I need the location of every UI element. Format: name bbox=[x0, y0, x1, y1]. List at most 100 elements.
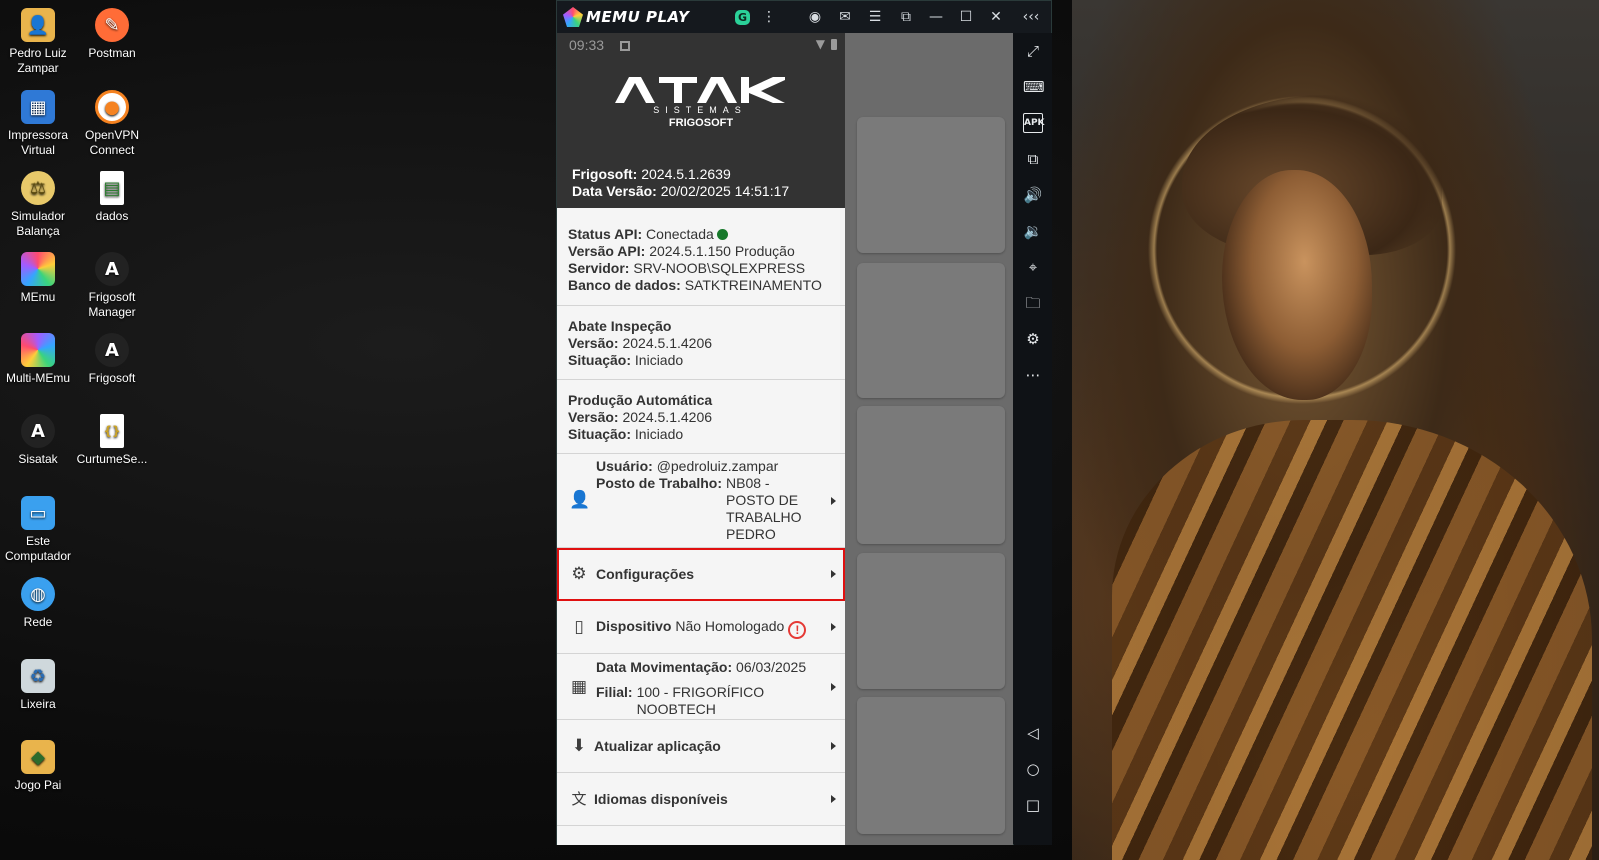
atualizar-aplicacao-item[interactable]: ⬇ Atualizar aplicação bbox=[557, 720, 845, 773]
screen-cast-icon[interactable]: ⧉ bbox=[896, 7, 916, 27]
spreadsheet-icon: ▤ bbox=[100, 171, 124, 205]
desktop-icon-rede[interactable]: ◍ Rede bbox=[0, 577, 76, 630]
atak-logo: SISTEMAS bbox=[615, 77, 785, 113]
folder-icon[interactable]: 🗀 bbox=[1023, 293, 1043, 313]
desktop-icon-label: Este bbox=[25, 534, 50, 548]
wifi-icon: ▼ bbox=[815, 37, 825, 51]
app-name: FRIGOSOFT bbox=[668, 117, 734, 129]
desktop-icon-memu[interactable]: MEmu bbox=[0, 252, 76, 305]
atak-icon: A bbox=[95, 333, 129, 367]
banco-label: Banco de dados: bbox=[568, 277, 681, 293]
desktop-icon-label: Rede bbox=[23, 615, 53, 629]
navigation-drawer: 09:33 ▼ SISTEMAS FRIGOSOFT Frigosoft: 20… bbox=[557, 33, 845, 845]
idiomas-item[interactable]: 文 Idiomas disponíveis bbox=[557, 773, 845, 826]
banco-value: SATKTREINAMENTO bbox=[684, 277, 822, 293]
apk-icon[interactable]: APK bbox=[1023, 113, 1045, 133]
api-status-block: Status API: Conectada Versão API: 2024.5… bbox=[557, 208, 845, 306]
module-abate-inspecao: Abate Inspeção Versão: 2024.5.1.4206 Sit… bbox=[557, 306, 845, 380]
multi-memu-icon bbox=[21, 333, 55, 367]
chevron-right-icon bbox=[831, 623, 836, 631]
desktop-icon-label: dados bbox=[95, 209, 129, 223]
memu-icon bbox=[21, 252, 55, 286]
idiomas-label: Idiomas disponíveis bbox=[594, 791, 728, 807]
chevron-right-icon bbox=[831, 497, 836, 505]
data-versao-label: Data Versão: bbox=[572, 183, 657, 199]
close-icon[interactable]: ✕ bbox=[986, 7, 1006, 27]
module-versao-label: Versão: bbox=[568, 409, 619, 425]
user-workstation-row[interactable]: 👤 Usuário: @pedroluiz.zampar Posto de Tr… bbox=[557, 454, 845, 548]
desktop-icon-sisatak[interactable]: A Sisatak bbox=[0, 414, 76, 467]
desktop-icon-label: Manager bbox=[88, 305, 136, 319]
module-situacao-label: Situação: bbox=[568, 352, 632, 368]
movimentacao-filial-item[interactable]: ▦ Data Movimentação: 06/03/2025 Filial: … bbox=[557, 654, 845, 720]
account-icon[interactable]: ◉ bbox=[805, 7, 825, 27]
multi-window-icon[interactable]: ⧉ bbox=[1023, 149, 1043, 169]
keyboard-icon[interactable]: ⌨ bbox=[1023, 77, 1045, 97]
painting-robe bbox=[1112, 420, 1592, 860]
version-info: Frigosoft: 2024.5.1.2639 Data Versão: 20… bbox=[572, 166, 789, 200]
desktop-icon-label: Zampar bbox=[17, 61, 59, 75]
fullscreen-icon[interactable]: ⤢ bbox=[1023, 41, 1043, 61]
desktop-icon-frigosoft-manager[interactable]: A Frigosoft Manager bbox=[74, 252, 150, 320]
collapse-sidebar-icon[interactable]: ‹‹‹ bbox=[1019, 7, 1043, 27]
volume-up-icon[interactable]: 🔊 bbox=[1023, 185, 1043, 205]
filial-value: 100 - FRIGORÍFICO NOOBTECH bbox=[636, 684, 765, 717]
recycle-bin-icon: ♻ bbox=[21, 659, 55, 693]
desktop-icon-dados[interactable]: ▤ dados bbox=[74, 171, 150, 224]
warning-icon: ! bbox=[788, 621, 807, 639]
desktop-icon-simulador-balanca[interactable]: ⚖ Simulador Balança bbox=[0, 171, 76, 239]
desktop-icon-label: Jogo Pai bbox=[14, 778, 62, 792]
desktop-icon-postman[interactable]: ✎ Postman bbox=[74, 8, 150, 61]
status-api-value: Conectada bbox=[646, 226, 714, 242]
desktop-icon-este-computador[interactable]: ▭ Este Computador bbox=[0, 496, 76, 564]
desktop-icon-label: Pedro Luiz bbox=[9, 46, 67, 60]
module-versao-value: 2024.5.1.4206 bbox=[622, 335, 713, 351]
menu-icon[interactable]: ☰ bbox=[865, 7, 885, 27]
chevron-right-icon bbox=[831, 742, 836, 750]
back-icon[interactable]: ◁ bbox=[1023, 723, 1043, 743]
desktop-icon-multi-memu[interactable]: Multi-MEmu bbox=[0, 333, 76, 386]
usuario-value: @pedroluiz.zampar bbox=[656, 458, 779, 474]
recents-icon[interactable]: □ bbox=[1023, 795, 1043, 815]
mail-icon[interactable]: ✉ bbox=[835, 7, 855, 27]
desktop-icon-label: Sisatak bbox=[18, 452, 58, 466]
versao-api-value: 2024.5.1.150 Produção bbox=[649, 243, 795, 259]
user-info: Usuário: @pedroluiz.zampar Posto de Trab… bbox=[596, 458, 801, 543]
settings-icon[interactable]: ⚙ bbox=[1023, 329, 1043, 349]
configuracoes-label: Configurações bbox=[596, 566, 695, 582]
scale-simulator-icon: ⚖ bbox=[21, 171, 55, 205]
versao-api-label: Versão API: bbox=[568, 243, 646, 259]
location-icon[interactable]: ⌖ bbox=[1023, 257, 1043, 277]
desktop-icon-pedro-luiz-zampar[interactable]: 👤 Pedro Luiz Zampar bbox=[0, 8, 76, 76]
computer-icon: ▭ bbox=[21, 496, 55, 530]
dispositivo-item[interactable]: ▯ Dispositivo Não Homologado! bbox=[557, 601, 845, 654]
desktop-icon-curtumese[interactable]: {} CurtumeSe... bbox=[74, 414, 150, 467]
desktop-icon-jogo-pai[interactable]: ◆ Jogo Pai bbox=[0, 740, 76, 793]
desktop-icon-openvpn-connect[interactable]: ● OpenVPN Connect bbox=[74, 90, 150, 158]
volume-down-icon[interactable]: 🔉 bbox=[1023, 221, 1043, 241]
minimize-icon[interactable]: — bbox=[926, 7, 946, 27]
more-icon[interactable]: ⋮ bbox=[759, 7, 779, 27]
usuario-label: Usuário: bbox=[596, 458, 653, 474]
printer-icon: ▦ bbox=[21, 90, 55, 124]
more-icon[interactable]: ⋯ bbox=[1023, 365, 1043, 385]
atak-logo-subtitle: SISTEMAS bbox=[653, 105, 747, 113]
background-card bbox=[857, 117, 1005, 253]
home-icon[interactable]: ○ bbox=[1023, 759, 1043, 779]
atualizar-label: Atualizar aplicação bbox=[594, 738, 721, 754]
memu-logo: MEMU PLAY bbox=[563, 7, 689, 27]
desktop-icon-label: Connect bbox=[89, 143, 135, 157]
desktop-icon-label: CurtumeSe... bbox=[76, 452, 148, 466]
desktop-icon-lixeira[interactable]: ♻ Lixeira bbox=[0, 659, 76, 712]
configuracoes-item[interactable]: ⚙ Configurações bbox=[557, 548, 845, 601]
atak-icon: A bbox=[95, 252, 129, 286]
gear-icon: ⚙ bbox=[571, 564, 587, 584]
download-circle-icon: ⬇ bbox=[571, 736, 587, 756]
desktop-icon-frigosoft[interactable]: A Frigosoft bbox=[74, 333, 150, 386]
memu-titlebar[interactable]: MEMU PLAY G ⋮ ◉ ✉ ☰ ⧉ — ☐ ✕ ‹‹‹ bbox=[557, 1, 1051, 33]
desktop-icon-impressora-virtual[interactable]: ▦ Impressora Virtual bbox=[0, 90, 76, 158]
assistant-icon[interactable]: G bbox=[735, 10, 750, 25]
maximize-icon[interactable]: ☐ bbox=[956, 7, 976, 27]
person-icon: 👤 bbox=[569, 490, 591, 510]
battery-icon bbox=[831, 39, 837, 50]
